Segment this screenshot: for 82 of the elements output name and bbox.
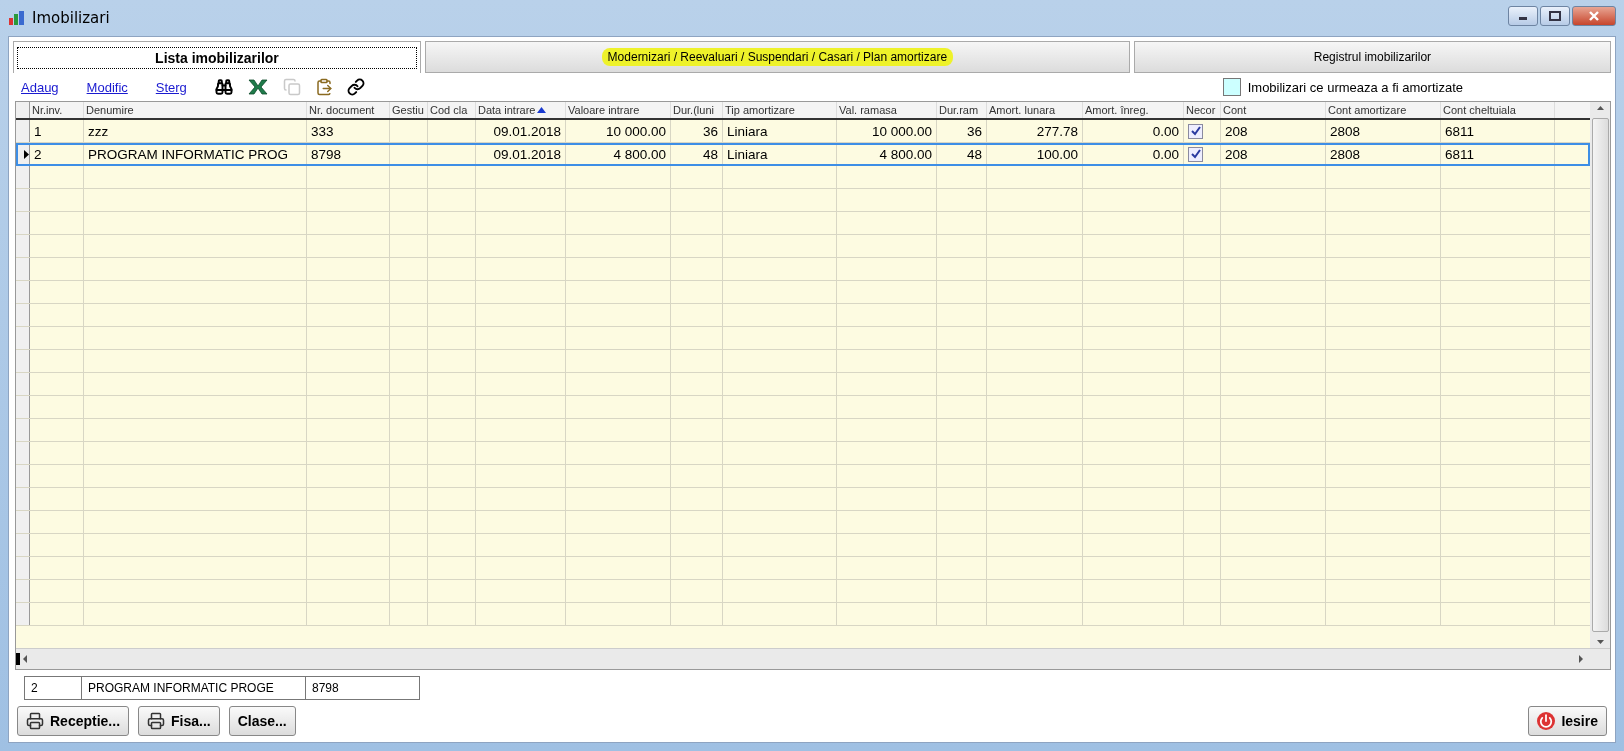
summary-field: PROGRAM INFORMATIC PROGE [81,676,306,700]
toolbar-link[interactable]: Adaug [21,79,59,95]
column-header[interactable]: Tip amortizare [723,102,837,118]
column-header[interactable]: Denumire [84,102,307,118]
table-cell: 0.00 [1152,146,1179,162]
close-icon [1588,11,1600,21]
checkbox[interactable] [1188,123,1203,139]
column-header[interactable]: Cont amortizare [1326,102,1441,118]
toolbar-link[interactable]: Sterg [155,79,187,95]
checkbox[interactable] [1188,146,1203,162]
table-cell: 36 [702,123,718,139]
row-header[interactable] [16,143,30,165]
table-cell: 277.78 [1036,123,1078,139]
table-cell: 2 [34,146,42,162]
table-cell: 09.01.2018 [493,146,561,162]
maximize-icon [1549,11,1561,21]
column-header[interactable]: Cont cheltuiala [1441,102,1555,118]
column-header[interactable]: Dur.(luni [671,102,723,118]
table-cell: 09.01.2018 [493,123,561,139]
table-cell: 208 [1225,146,1248,162]
action-button[interactable]: Receptie... [17,706,130,736]
table-cell: 2808 [1330,123,1361,139]
table-cell: 1 [34,123,42,139]
table-cell: 48 [966,146,982,162]
table-cell: 10 000.00 [605,123,666,139]
printer-icon [147,712,166,730]
close-button[interactable] [1572,6,1616,26]
current-row-icon [24,149,29,159]
minimize-button[interactable] [1508,6,1538,26]
summary-field: 2 [24,676,82,700]
action-button[interactable]: Fisa... [138,706,220,736]
spreadsheet-icon[interactable] [246,78,269,96]
binoculars-icon[interactable] [214,78,233,96]
maximize-button[interactable] [1540,6,1570,26]
tab[interactable]: Modernizari / Reevaluari / Suspendari / Casari / Plan amortizare [424,41,1130,73]
column-header[interactable]: Amort. lunara [987,102,1083,118]
column-header[interactable]: Nr. document [307,102,390,118]
legend-label: Imobilizari ce urmeaza a fi amortizate [1247,79,1463,95]
table-cell: 100.00 [1036,146,1078,162]
column-header[interactable]: Valoare intrare [566,102,671,118]
table-cell: 0.00 [1152,123,1179,139]
window-title: Imobilizari [32,9,110,27]
column-header[interactable]: Data intrare [476,102,566,118]
table-cell: Liniara [727,123,768,139]
power-icon [1537,712,1556,730]
table-cell: 6811 [1445,146,1475,162]
table-cell: 4 800.00 [613,146,666,162]
column-header[interactable]: Gestiu [390,102,428,118]
column-header[interactable]: Nr.inv. [30,102,84,118]
horizontal-scrollbar[interactable] [16,648,1610,669]
column-header[interactable]: Necor [1184,102,1221,118]
table-cell: 6811 [1445,123,1475,139]
action-button[interactable]: Clase... [228,706,296,736]
table-cell: 333 [311,123,334,139]
table-cell: Liniara [727,146,768,162]
tab[interactable]: Registrul imobilizarilor [1133,41,1611,73]
scroll-right-icon[interactable] [1576,653,1586,665]
link-icon[interactable] [346,78,365,96]
app-icon [8,10,26,26]
table-cell: 10 000.00 [871,123,932,139]
scroll-left-icon[interactable] [16,653,30,665]
column-header[interactable]: Amort. înreg. [1083,102,1184,118]
scrollbar-thumb[interactable] [1591,118,1609,632]
column-header[interactable]: Cont [1221,102,1326,118]
table-cell: 36 [966,123,982,139]
table-cell: 48 [702,146,718,162]
column-header[interactable]: Dur.ram [937,102,987,118]
paste-icon[interactable] [314,78,333,96]
vertical-scrollbar[interactable] [1590,102,1610,648]
tab[interactable]: Lista imobilizarilor [13,41,421,73]
summary-field: 8798 [305,676,420,700]
table-cell: 208 [1225,123,1248,139]
toolbar-link[interactable]: Modific [86,79,128,95]
table-cell: 4 800.00 [879,146,932,162]
table-cell: 2808 [1330,146,1361,162]
column-header[interactable]: Cod cla [428,102,476,118]
table-cell: 8798 [311,146,342,162]
column-header[interactable]: Val. ramasa [837,102,937,118]
printer-icon [26,712,44,730]
exit-button[interactable]: Iesire [1528,706,1607,736]
table-cell: PROGRAM INFORMATIC PROG [88,146,288,162]
table-cell: zzz [88,123,109,139]
